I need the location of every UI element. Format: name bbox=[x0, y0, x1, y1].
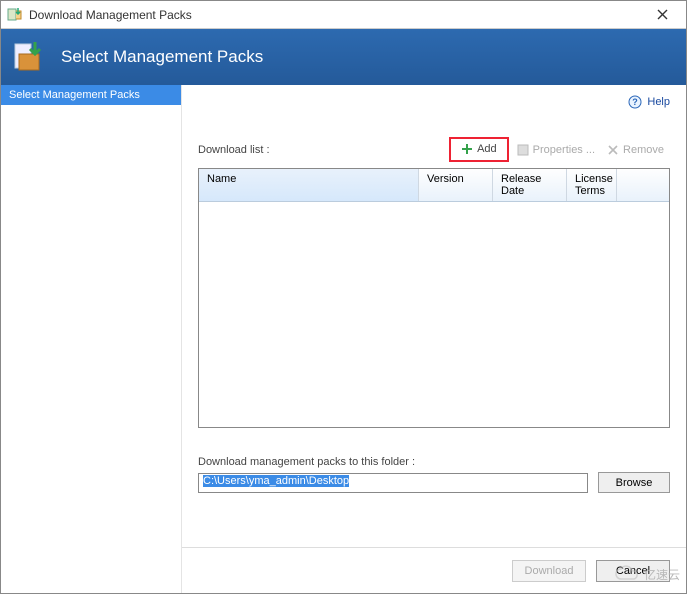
window-title: Download Management Packs bbox=[29, 8, 192, 22]
add-button[interactable]: Add bbox=[455, 141, 503, 157]
close-button[interactable] bbox=[642, 2, 682, 28]
grid-header: Name Version Release Date License Terms bbox=[199, 169, 669, 202]
close-icon bbox=[657, 9, 668, 20]
folder-label: Download management packs to this folder… bbox=[198, 456, 670, 468]
titlebar: Download Management Packs bbox=[1, 1, 686, 29]
col-name[interactable]: Name bbox=[199, 169, 419, 201]
remove-button: Remove bbox=[601, 142, 670, 158]
help-link[interactable]: Help bbox=[647, 96, 670, 108]
col-spacer bbox=[617, 169, 669, 201]
folder-path-input[interactable]: C:\Users\yma_admin\Desktop bbox=[198, 473, 588, 493]
footer: Download Cancel bbox=[182, 547, 686, 593]
plus-icon bbox=[461, 143, 473, 155]
download-list-label: Download list : bbox=[198, 144, 270, 156]
svg-text:?: ? bbox=[633, 97, 639, 107]
properties-icon bbox=[517, 144, 529, 156]
browse-button[interactable]: Browse bbox=[598, 472, 670, 493]
app-icon bbox=[7, 7, 23, 23]
banner-icon bbox=[13, 40, 47, 74]
main-panel: ? Help Download list : Add Properties ..… bbox=[182, 85, 686, 593]
folder-path-value: C:\Users\yma_admin\Desktop bbox=[203, 475, 349, 487]
properties-button: Properties ... bbox=[511, 142, 601, 158]
wizard-banner: Select Management Packs bbox=[1, 29, 686, 85]
properties-button-label: Properties ... bbox=[533, 144, 595, 156]
download-list-grid[interactable]: Name Version Release Date License Terms bbox=[198, 168, 670, 428]
remove-icon bbox=[607, 144, 619, 156]
help-icon: ? bbox=[628, 95, 642, 109]
remove-button-label: Remove bbox=[623, 144, 664, 156]
cancel-button[interactable]: Cancel bbox=[596, 560, 670, 582]
banner-title: Select Management Packs bbox=[61, 47, 263, 67]
col-release-date[interactable]: Release Date bbox=[493, 169, 567, 201]
col-version[interactable]: Version bbox=[419, 169, 493, 201]
download-button: Download bbox=[512, 560, 586, 582]
wizard-sidebar: Select Management Packs bbox=[1, 85, 182, 593]
col-license-terms[interactable]: License Terms bbox=[567, 169, 617, 201]
add-button-label: Add bbox=[477, 143, 497, 155]
sidebar-item-select-packs[interactable]: Select Management Packs bbox=[1, 85, 181, 105]
highlight-add: Add bbox=[449, 137, 509, 162]
grid-body-empty bbox=[199, 202, 669, 427]
